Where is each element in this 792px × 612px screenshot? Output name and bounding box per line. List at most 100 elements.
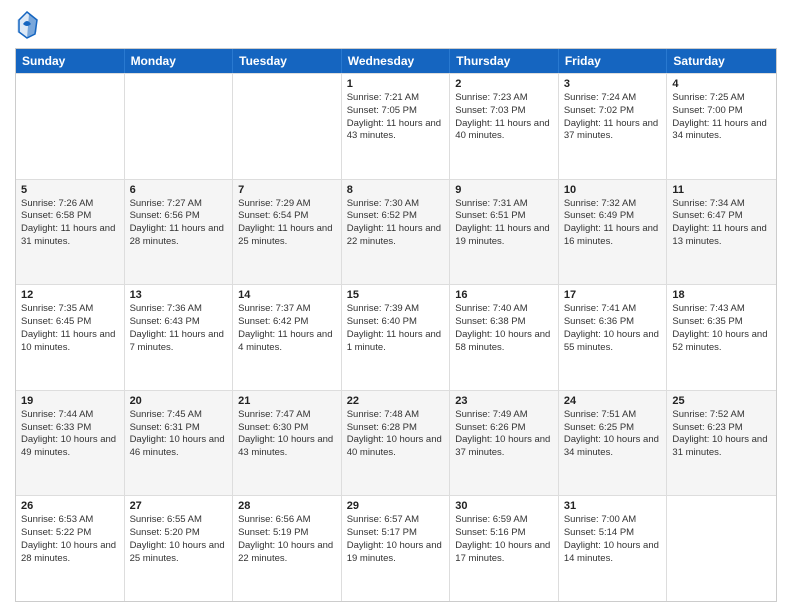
day-number: 25 [672,395,771,407]
calendar-day-cell: 23 Sunrise: 7:49 AM Sunset: 6:26 PM Dayli… [450,391,559,496]
calendar-empty-cell [667,496,776,601]
calendar-day-cell: 7 Sunrise: 7:29 AM Sunset: 6:54 PM Daylig… [233,180,342,285]
day-info: Sunrise: 7:32 AM Sunset: 6:49 PM Dayligh… [564,198,662,249]
calendar-empty-cell [125,74,234,179]
day-number: 10 [564,184,662,196]
day-number: 3 [564,78,662,90]
day-number: 28 [238,500,336,512]
day-info: Sunrise: 7:45 AM Sunset: 6:31 PM Dayligh… [130,409,228,460]
calendar-day-cell: 18 Sunrise: 7:43 AM Sunset: 6:35 PM Dayli… [667,285,776,390]
day-number: 23 [455,395,553,407]
logo [15,10,43,40]
day-number: 19 [21,395,119,407]
calendar-day-cell: 29Sunrise: 6:57 AM Sunset: 5:17 PM Dayli… [342,496,451,601]
calendar-day-cell: 27Sunrise: 6:55 AM Sunset: 5:20 PM Dayli… [125,496,234,601]
calendar-row: 26 Sunrise: 6:53 AM Sunset: 5:22 PM Dayli… [16,495,776,601]
calendar-day-cell: 2Sunrise: 7:23 AM Sunset: 7:03 PM Daylig… [450,74,559,179]
calendar-day-cell: 11 Sunrise: 7:34 AM Sunset: 6:47 PM Dayli… [667,180,776,285]
day-info: Sunrise: 7:25 AM Sunset: 7:00 PM Dayligh… [672,92,771,143]
calendar-day-cell: 19 Sunrise: 7:44 AM Sunset: 6:33 PM Dayli… [16,391,125,496]
calendar-row: 5 Sunrise: 7:26 AM Sunset: 6:58 PM Daylig… [16,179,776,285]
day-info: Sunrise: 6:59 AM Sunset: 5:16 PM Dayligh… [455,514,553,565]
calendar-day-cell: 9Sunrise: 7:31 AM Sunset: 6:51 PM Daylig… [450,180,559,285]
header [15,10,777,40]
calendar-day-cell: 20 Sunrise: 7:45 AM Sunset: 6:31 PM Dayli… [125,391,234,496]
day-number: 13 [130,289,228,301]
calendar-row: 12Sunrise: 7:35 AM Sunset: 6:45 PM Dayli… [16,284,776,390]
day-info: Sunrise: 7:36 AM Sunset: 6:43 PM Dayligh… [130,303,228,354]
day-info: Sunrise: 7:35 AM Sunset: 6:45 PM Dayligh… [21,303,119,354]
calendar-header: SundayMondayTuesdayWednesdayThursdayFrid… [16,49,776,73]
calendar-day-cell: 28 Sunrise: 6:56 AM Sunset: 5:19 PM Dayli… [233,496,342,601]
day-number: 2 [455,78,553,90]
weekday-header: Thursday [450,49,559,73]
day-info: Sunrise: 7:27 AM Sunset: 6:56 PM Dayligh… [130,198,228,249]
logo-icon [15,10,39,40]
weekday-header: Sunday [16,49,125,73]
day-number: 6 [130,184,228,196]
day-info: Sunrise: 6:57 AM Sunset: 5:17 PM Dayligh… [347,514,445,565]
calendar-empty-cell [16,74,125,179]
calendar-day-cell: 10 Sunrise: 7:32 AM Sunset: 6:49 PM Dayli… [559,180,668,285]
day-number: 11 [672,184,771,196]
day-info: Sunrise: 7:30 AM Sunset: 6:52 PM Dayligh… [347,198,445,249]
weekday-header: Monday [125,49,234,73]
calendar-row: 19 Sunrise: 7:44 AM Sunset: 6:33 PM Dayli… [16,390,776,496]
calendar-day-cell: 8 Sunrise: 7:30 AM Sunset: 6:52 PM Daylig… [342,180,451,285]
day-info: Sunrise: 7:49 AM Sunset: 6:26 PM Dayligh… [455,409,553,460]
day-info: Sunrise: 6:55 AM Sunset: 5:20 PM Dayligh… [130,514,228,565]
calendar-day-cell: 4Sunrise: 7:25 AM Sunset: 7:00 PM Daylig… [667,74,776,179]
day-number: 18 [672,289,771,301]
calendar-day-cell: 30 Sunrise: 6:59 AM Sunset: 5:16 PM Dayli… [450,496,559,601]
calendar: SundayMondayTuesdayWednesdayThursdayFrid… [15,48,777,602]
calendar-day-cell: 26 Sunrise: 6:53 AM Sunset: 5:22 PM Dayli… [16,496,125,601]
day-number: 9 [455,184,553,196]
calendar-empty-cell [233,74,342,179]
day-info: Sunrise: 7:41 AM Sunset: 6:36 PM Dayligh… [564,303,662,354]
weekday-header: Tuesday [233,49,342,73]
day-number: 22 [347,395,445,407]
calendar-day-cell: 1Sunrise: 7:21 AM Sunset: 7:05 PM Daylig… [342,74,451,179]
day-number: 20 [130,395,228,407]
day-info: Sunrise: 7:29 AM Sunset: 6:54 PM Dayligh… [238,198,336,249]
calendar-day-cell: 25 Sunrise: 7:52 AM Sunset: 6:23 PM Dayli… [667,391,776,496]
day-number: 26 [21,500,119,512]
calendar-day-cell: 17Sunrise: 7:41 AM Sunset: 6:36 PM Dayli… [559,285,668,390]
day-number: 16 [455,289,553,301]
calendar-day-cell: 15Sunrise: 7:39 AM Sunset: 6:40 PM Dayli… [342,285,451,390]
day-info: Sunrise: 7:40 AM Sunset: 6:38 PM Dayligh… [455,303,553,354]
day-info: Sunrise: 7:24 AM Sunset: 7:02 PM Dayligh… [564,92,662,143]
day-number: 7 [238,184,336,196]
day-info: Sunrise: 6:53 AM Sunset: 5:22 PM Dayligh… [21,514,119,565]
day-number: 21 [238,395,336,407]
day-info: Sunrise: 7:37 AM Sunset: 6:42 PM Dayligh… [238,303,336,354]
day-info: Sunrise: 7:21 AM Sunset: 7:05 PM Dayligh… [347,92,445,143]
day-info: Sunrise: 7:44 AM Sunset: 6:33 PM Dayligh… [21,409,119,460]
day-number: 24 [564,395,662,407]
day-info: Sunrise: 6:56 AM Sunset: 5:19 PM Dayligh… [238,514,336,565]
weekday-header: Wednesday [342,49,451,73]
calendar-day-cell: 21 Sunrise: 7:47 AM Sunset: 6:30 PM Dayli… [233,391,342,496]
page: SundayMondayTuesdayWednesdayThursdayFrid… [0,0,792,612]
day-number: 8 [347,184,445,196]
day-info: Sunrise: 7:51 AM Sunset: 6:25 PM Dayligh… [564,409,662,460]
day-info: Sunrise: 7:52 AM Sunset: 6:23 PM Dayligh… [672,409,771,460]
calendar-day-cell: 16 Sunrise: 7:40 AM Sunset: 6:38 PM Dayli… [450,285,559,390]
day-info: Sunrise: 7:26 AM Sunset: 6:58 PM Dayligh… [21,198,119,249]
calendar-body: 1Sunrise: 7:21 AM Sunset: 7:05 PM Daylig… [16,73,776,601]
calendar-day-cell: 3 Sunrise: 7:24 AM Sunset: 7:02 PM Daylig… [559,74,668,179]
weekday-header: Saturday [667,49,776,73]
day-number: 14 [238,289,336,301]
calendar-day-cell: 5 Sunrise: 7:26 AM Sunset: 6:58 PM Daylig… [16,180,125,285]
day-info: Sunrise: 7:48 AM Sunset: 6:28 PM Dayligh… [347,409,445,460]
day-info: Sunrise: 7:34 AM Sunset: 6:47 PM Dayligh… [672,198,771,249]
day-info: Sunrise: 7:47 AM Sunset: 6:30 PM Dayligh… [238,409,336,460]
day-info: Sunrise: 7:00 AM Sunset: 5:14 PM Dayligh… [564,514,662,565]
day-number: 5 [21,184,119,196]
day-number: 30 [455,500,553,512]
calendar-day-cell: 24 Sunrise: 7:51 AM Sunset: 6:25 PM Dayli… [559,391,668,496]
calendar-row: 1Sunrise: 7:21 AM Sunset: 7:05 PM Daylig… [16,73,776,179]
day-info: Sunrise: 7:43 AM Sunset: 6:35 PM Dayligh… [672,303,771,354]
calendar-day-cell: 14 Sunrise: 7:37 AM Sunset: 6:42 PM Dayli… [233,285,342,390]
day-number: 15 [347,289,445,301]
